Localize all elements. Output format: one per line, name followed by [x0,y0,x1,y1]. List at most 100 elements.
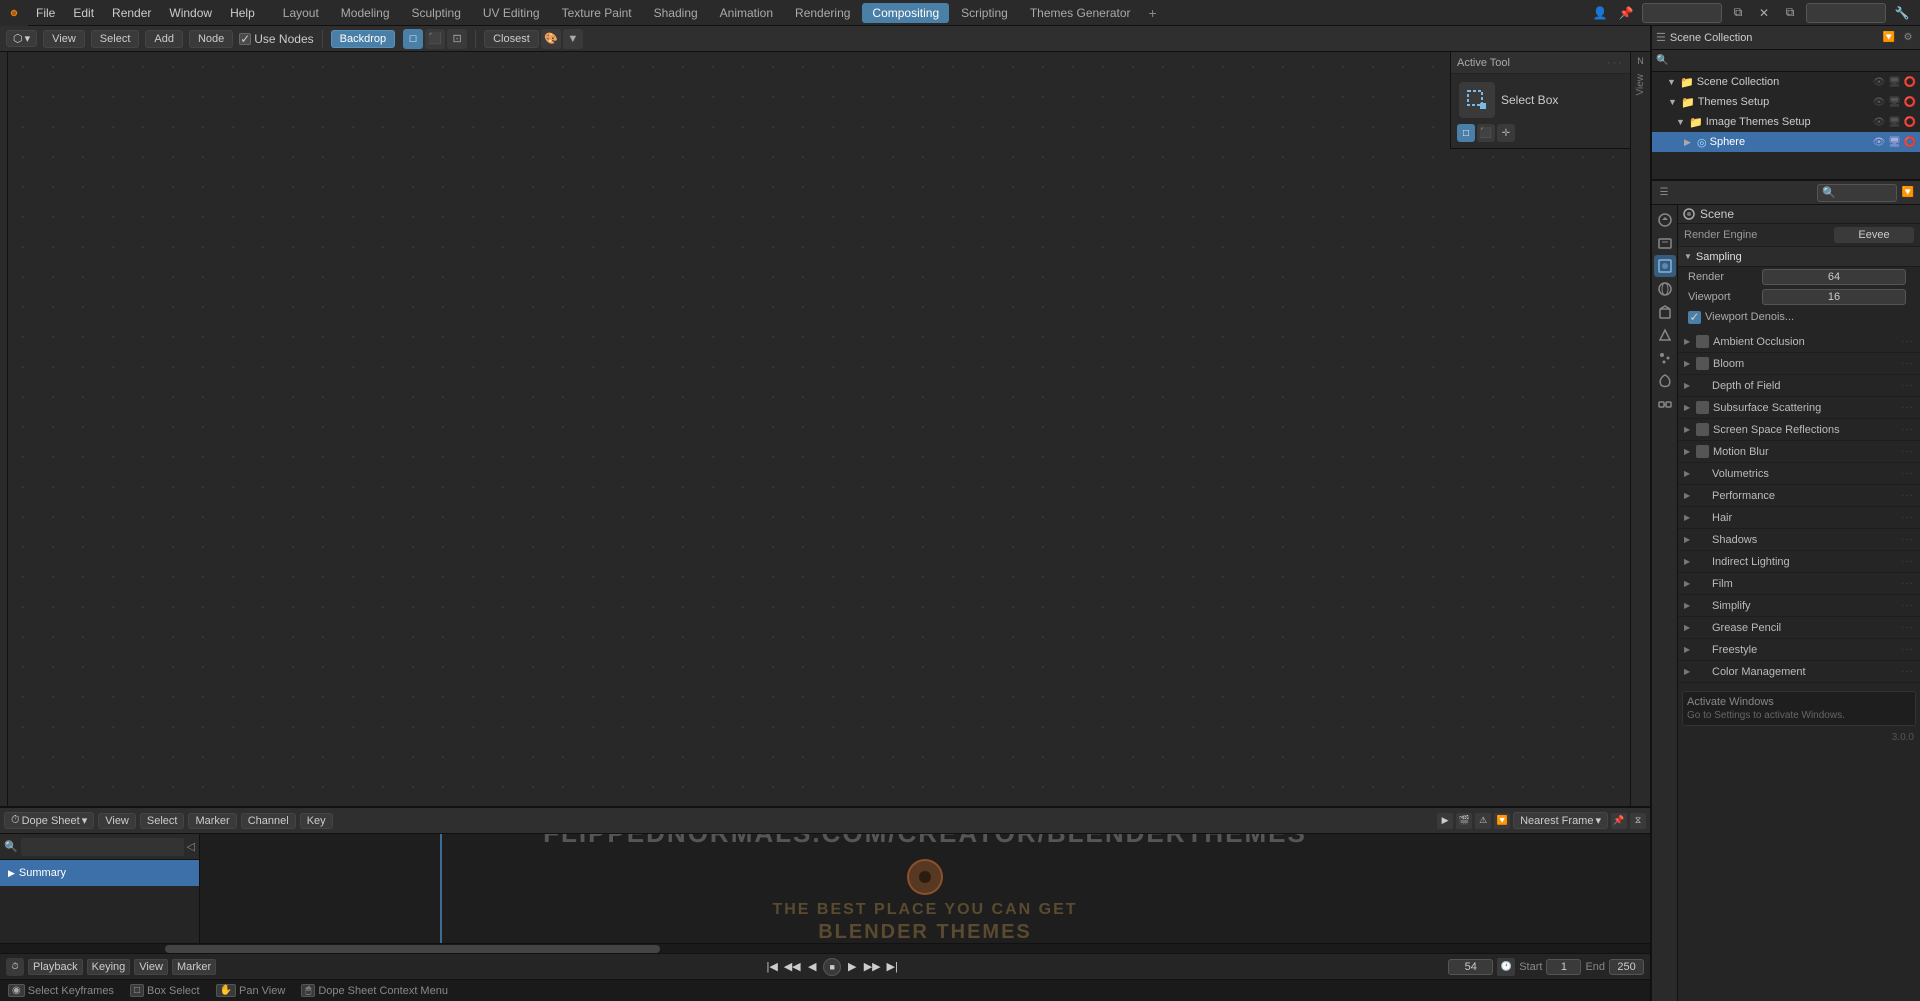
dof-section[interactable]: ▶ Depth of Field ··· [1678,375,1920,397]
end-frame-input[interactable]: 250 [1609,959,1644,975]
bloom-section[interactable]: ▶ Bloom ··· [1678,353,1920,375]
use-nodes-toggle[interactable]: ✓ Use Nodes [239,32,313,46]
simplify-section[interactable]: ▶ Simplify ··· [1678,595,1920,617]
filter-dropdown[interactable]: Closest [484,30,539,48]
dope-render-icon[interactable]: ▶ [1437,813,1453,829]
ao-section[interactable]: ▶ Ambient Occlusion ··· [1678,331,1920,353]
outliner-item-themes-setup[interactable]: ▼ 📁 Themes Setup 👁 🖥 ⭕ [1652,92,1920,112]
playback-editor-icon[interactable]: ⏱ [6,958,24,976]
jump-to-start-btn[interactable]: |◀ [763,958,781,976]
start-frame-input[interactable]: 1 [1546,959,1581,975]
blender-logo-icon[interactable] [0,0,28,26]
menu-help[interactable]: Help [222,4,263,22]
props-icon-object[interactable] [1654,301,1676,323]
mb-checkbox[interactable] [1696,445,1709,458]
tab-uv-editing[interactable]: UV Editing [473,3,550,23]
gp-section[interactable]: ▶ Grease Pencil ··· [1678,617,1920,639]
dope-view-menu[interactable]: View [98,813,136,829]
step-fwd-btn[interactable]: ▶▶ [863,958,881,976]
dope-search-input[interactable] [21,838,184,856]
add-workspace-button[interactable]: + [1143,3,1163,23]
user-icon[interactable]: 👤 [1590,3,1610,23]
hair-section[interactable]: ▶ Hair ··· [1678,507,1920,529]
mode-btn-0[interactable]: □ [403,29,423,49]
tab-animation[interactable]: Animation [710,3,783,23]
keying-menu[interactable]: Keying [87,959,131,975]
sampling-header[interactable]: ▼ Sampling [1678,247,1920,267]
timeline-scrollbar[interactable] [0,943,1650,953]
marker-menu-pb[interactable]: Marker [172,959,216,975]
props-search-input[interactable] [1817,184,1897,202]
vp-denoise-checkbox[interactable]: ✓ [1688,311,1701,324]
props-icon-constraints[interactable] [1654,393,1676,415]
tab-compositing[interactable]: Compositing [862,3,949,23]
dope-timeline[interactable]: FLIPPEDNORMALS.COM/CREATOR/BLENDERTHEMES… [200,834,1650,943]
props-icon-physics[interactable] [1654,370,1676,392]
play-btn[interactable]: ▶ [843,958,861,976]
outliner-filter-icon[interactable]: 🔽 [1881,30,1897,46]
ssr-checkbox[interactable] [1696,423,1709,436]
tab-texture-paint[interactable]: Texture Paint [552,3,642,23]
at-mode-1[interactable]: ⬛ [1477,124,1495,142]
scene-expand-icon[interactable]: ⧉ [1728,3,1748,23]
dope-key-menu[interactable]: Key [300,813,333,829]
props-icon-render[interactable] [1654,209,1676,231]
dope-pin-icon[interactable]: 📌 [1611,813,1627,829]
backdrop-button[interactable]: Backdrop [331,30,395,48]
tab-rendering[interactable]: Rendering [785,3,860,23]
dope-camera-icon[interactable]: 🎬 [1456,813,1472,829]
perf-section[interactable]: ▶ Performance ··· [1678,485,1920,507]
il-section[interactable]: ▶ Indirect Lighting ··· [1678,551,1920,573]
timeline-scrollbar-thumb[interactable] [165,945,660,953]
scene-name-input[interactable]: Scene [1642,3,1722,23]
current-frame-input[interactable]: 54 [1448,959,1493,975]
film-section[interactable]: ▶ Film ··· [1678,573,1920,595]
at-mode-0[interactable]: □ [1457,124,1475,142]
props-icon-modifier[interactable] [1654,324,1676,346]
mb-section[interactable]: ▶ Motion Blur ··· [1678,441,1920,463]
tab-sculpting[interactable]: Sculpting [402,3,471,23]
nearest-frame-dropdown[interactable]: Nearest Frame ▾ [1513,812,1608,829]
node-canvas[interactable]: Active Tool ··· [8,52,1630,806]
mode-btn-2[interactable]: ⊡ [447,29,467,49]
editor-type-button[interactable]: ⬡ ▾ [6,30,37,47]
scene-close-icon[interactable]: ✕ [1754,3,1774,23]
use-nodes-checkbox[interactable]: ✓ [239,33,251,45]
viewport-samples-value[interactable]: 16 [1762,289,1906,305]
ssr-section[interactable]: ▶ Screen Space Reflections ··· [1678,419,1920,441]
tab-modeling[interactable]: Modeling [331,3,400,23]
bloom-checkbox[interactable] [1696,357,1709,370]
step-back-btn[interactable]: ◀◀ [783,958,801,976]
dope-view-icon[interactable]: ◁ [187,840,195,853]
right-strip-icon-1[interactable]: N [1634,54,1648,68]
view-menu-pb[interactable]: View [134,959,168,975]
dope-snap-icon[interactable]: ⧖ [1630,813,1646,829]
select-menu[interactable]: Select [91,30,140,48]
props-filter-icon[interactable]: 🔽 [1900,185,1916,201]
shadows-section[interactable]: ▶ Shadows ··· [1678,529,1920,551]
dope-warning-icon[interactable]: ⚠ [1475,813,1491,829]
ao-checkbox[interactable] [1696,335,1709,348]
tab-layout[interactable]: Layout [273,3,329,23]
tab-scripting[interactable]: Scripting [951,3,1018,23]
dope-type-selector[interactable]: ⏱ Dope Sheet ▾ [4,812,94,829]
summary-row[interactable]: ▶ Summary [0,860,199,886]
outliner-item-scene-collection[interactable]: ▼ 📁 Scene Collection 👁 🖥 ⭕ [1652,72,1920,92]
render-engine-dropdown[interactable]: Eevee [1834,227,1914,243]
sss-section[interactable]: ▶ Subsurface Scattering ··· [1678,397,1920,419]
outliner-item-sphere[interactable]: ▶ ◎ Sphere 👁 🖥 ⭕ [1652,132,1920,152]
cm-section[interactable]: ▶ Color Management ··· [1678,661,1920,683]
add-menu[interactable]: Add [145,30,183,48]
menu-render[interactable]: Render [104,4,159,22]
dope-channel-menu[interactable]: Channel [241,813,296,829]
filter-icon[interactable]: 🔧 [1892,3,1912,23]
at-mode-2[interactable]: ✛ [1497,124,1515,142]
mode-btn-1[interactable]: ⬛ [425,29,445,49]
freestyle-section[interactable]: ▶ Freestyle ··· [1678,639,1920,661]
view-menu[interactable]: View [43,30,85,48]
play-reverse-btn[interactable]: ◀ [803,958,821,976]
pin-icon[interactable]: 📌 [1616,3,1636,23]
props-icon-particles[interactable] [1654,347,1676,369]
tab-shading[interactable]: Shading [644,3,708,23]
props-menu-icon[interactable]: ☰ [1656,185,1672,201]
